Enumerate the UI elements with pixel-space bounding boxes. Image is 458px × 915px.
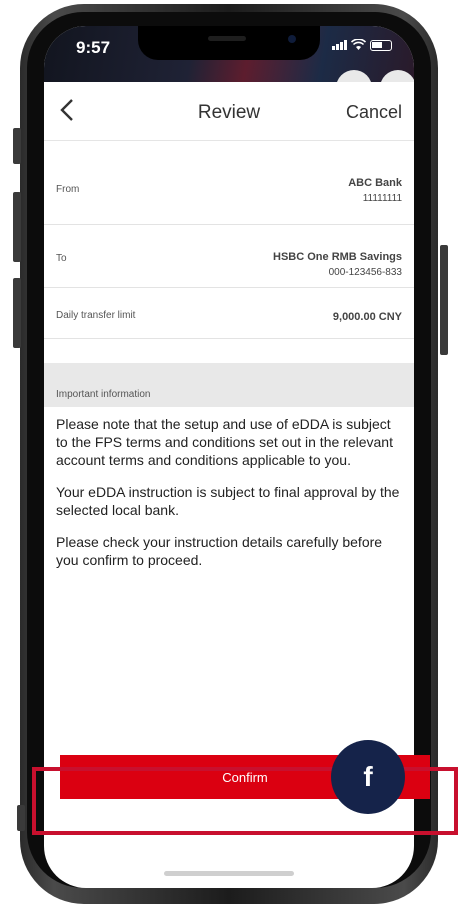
step-badge: f — [331, 740, 405, 814]
from-value: ABC Bank 11111111 — [348, 176, 402, 206]
wifi-icon — [351, 39, 366, 50]
limit-value: 9,000.00 CNY — [332, 311, 402, 323]
frame-bump — [17, 805, 25, 831]
front-camera — [288, 35, 296, 43]
power-button — [440, 245, 448, 355]
from-account: 11111111 — [362, 193, 402, 204]
cancel-link[interactable]: Cancel — [346, 102, 402, 123]
notch — [138, 26, 320, 60]
status-time: 9:57 — [76, 38, 111, 57]
info-paragraph: Your eDDA instruction is subject to fina… — [56, 484, 400, 518]
info-header: Important information — [44, 363, 414, 407]
from-label: From — [56, 184, 80, 195]
status-bar: 9:57 — [44, 26, 414, 106]
info-header-label: Important information — [56, 389, 151, 400]
info-body: Please note that the setup and use of eD… — [44, 407, 414, 569]
to-value: HSBC One RMB Savings 000-123456-833 — [273, 250, 402, 280]
from-bank: ABC Bank — [348, 177, 402, 189]
status-icons — [332, 39, 392, 51]
to-account: 000-123456-833 — [328, 267, 402, 278]
speaker — [208, 36, 246, 41]
info-paragraph: Please check your instruction details ca… — [56, 534, 383, 568]
to-row: To HSBC One RMB Savings 000-123456-833 — [44, 225, 414, 288]
limit-label: Daily transfer limit — [56, 310, 136, 321]
review-details: From ABC Bank 11111111 To HSBC One RMB S… — [44, 140, 414, 583]
limit-row: Daily transfer limit 9,000.00 CNY — [44, 288, 414, 339]
from-row: From ABC Bank 11111111 — [44, 140, 414, 225]
mute-switch — [13, 128, 21, 164]
to-label: To — [56, 253, 67, 264]
signal-icon — [332, 40, 347, 50]
home-indicator — [164, 871, 294, 876]
to-bank: HSBC One RMB Savings — [273, 251, 402, 263]
volume-up-button — [13, 192, 21, 262]
volume-down-button — [13, 278, 21, 348]
battery-icon — [370, 39, 392, 51]
nav-bar: Review Cancel — [44, 82, 414, 141]
info-paragraph: Please note that the setup and use of eD… — [56, 416, 393, 468]
